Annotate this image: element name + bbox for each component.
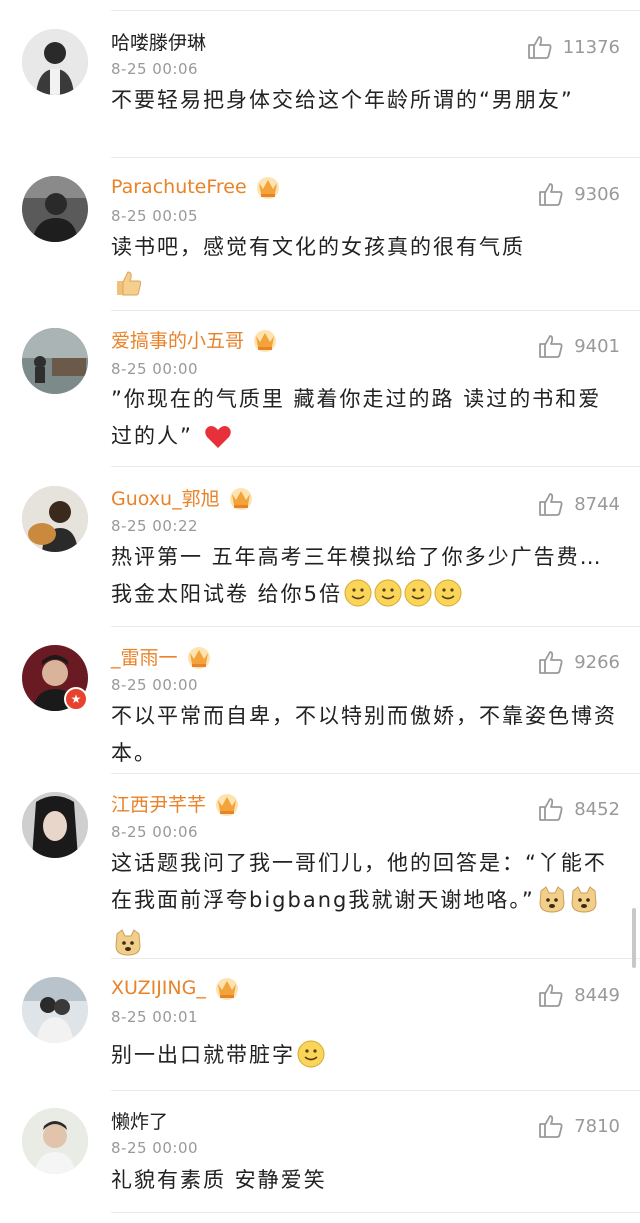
scrollbar[interactable] — [632, 908, 636, 968]
comment-time: 8-25 00:06 — [111, 823, 199, 841]
divider — [111, 10, 640, 11]
thumbs-up-icon — [527, 36, 552, 59]
smile-emoji-icon — [404, 579, 432, 619]
crown-icon — [212, 975, 242, 1001]
thumbs-up-icon — [539, 984, 563, 1007]
avatar[interactable] — [22, 486, 88, 552]
star-badge-icon: ★ — [64, 687, 88, 711]
comment-time: 8-25 00:00 — [111, 676, 199, 694]
user-name[interactable]: XUZIJING_ — [111, 975, 242, 1001]
user-name[interactable]: 爱搞事的小五哥 — [111, 326, 280, 353]
heart-emoji-icon — [204, 424, 232, 461]
like-button[interactable]: 8452 — [538, 794, 620, 824]
divider — [111, 310, 640, 311]
comment-text: 不以平常而自卑，不以特别而傲娇，不靠姿色博资本。 — [111, 704, 617, 765]
comment-text: ”你现在的气质里 藏着你走过的路 读过的书和爱过的人” — [111, 381, 619, 461]
crown-icon — [212, 791, 242, 817]
smile-emoji-icon — [434, 579, 462, 619]
like-button[interactable]: 8744 — [538, 489, 620, 519]
user-name[interactable]: ParachuteFree — [111, 174, 283, 200]
comment-time: 8-25 00:01 — [111, 1008, 199, 1026]
thumbs-up-icon — [539, 798, 563, 821]
comment-time: 8-25 00:00 — [111, 1139, 199, 1157]
divider — [111, 466, 640, 467]
divider — [111, 626, 640, 627]
avatar[interactable] — [22, 29, 88, 95]
crown-icon — [253, 174, 283, 200]
comment-text: 读书吧，感觉有文化的女孩真的很有气质 — [111, 229, 619, 309]
thumbs-up-icon — [539, 1115, 563, 1138]
avatar[interactable] — [22, 1108, 88, 1174]
comment-text: 不要轻易把身体交给这个年龄所谓的“男朋友” — [111, 88, 574, 112]
like-count: 8452 — [574, 798, 620, 820]
thumbs-up-icon — [539, 493, 563, 516]
thumbs-up-icon — [539, 335, 563, 358]
like-count: 11376 — [562, 36, 620, 58]
like-count: 9401 — [574, 335, 620, 357]
comment-text: 别一出口就带脏字 — [111, 1037, 619, 1080]
comment-text: 礼貌有素质 安静爱笑 — [111, 1168, 327, 1192]
divider — [111, 1090, 640, 1091]
doge-emoji-icon — [537, 885, 567, 925]
user-name[interactable]: 哈喽滕伊琳 — [111, 28, 206, 55]
smile-emoji-icon — [297, 1040, 325, 1080]
comment-time: 8-25 00:22 — [111, 517, 199, 535]
divider — [111, 157, 640, 158]
like-button[interactable]: 9306 — [538, 179, 620, 209]
comment-time: 8-25 00:06 — [111, 60, 199, 78]
like-count: 8744 — [574, 493, 620, 515]
avatar[interactable] — [22, 328, 88, 394]
comment-time: 8-25 00:05 — [111, 207, 199, 225]
user-name[interactable]: 懒炸了 — [111, 1107, 168, 1134]
avatar[interactable] — [22, 176, 88, 242]
like-count: 9306 — [574, 183, 620, 205]
doge-emoji-icon — [113, 928, 143, 968]
smile-emoji-icon — [374, 579, 402, 619]
like-count: 7810 — [574, 1115, 620, 1137]
comment-text: 热评第一 五年高考三年模拟给了你多少广告费…我金太阳试卷 给你5倍 — [111, 539, 619, 619]
crown-icon — [226, 485, 256, 511]
like-button[interactable]: 11376 — [527, 32, 620, 62]
like-button[interactable]: 7810 — [538, 1111, 620, 1141]
thumbs-up-icon — [539, 651, 563, 674]
user-name[interactable]: _雷雨一 — [111, 643, 214, 670]
divider — [111, 1212, 640, 1213]
like-button[interactable]: 9401 — [538, 331, 620, 361]
thumbs-up-emoji-icon — [113, 269, 143, 309]
like-count: 9266 — [574, 651, 620, 673]
like-button[interactable]: 9266 — [538, 647, 620, 677]
divider — [111, 958, 640, 959]
like-button[interactable]: 8449 — [538, 980, 620, 1010]
avatar[interactable] — [22, 792, 88, 858]
avatar[interactable] — [22, 977, 88, 1043]
smile-emoji-icon — [344, 579, 372, 619]
user-name[interactable]: Guoxu_郭旭 — [111, 484, 256, 511]
thumbs-up-icon — [539, 183, 563, 206]
crown-icon — [184, 644, 214, 670]
comment-time: 8-25 00:00 — [111, 360, 199, 378]
comment-text: 这话题我问了我一哥们儿，他的回答是：“丫能不在我面前浮夸bigbang我就谢天谢… — [111, 845, 619, 968]
doge-emoji-icon — [569, 885, 599, 925]
divider — [111, 773, 640, 774]
user-name[interactable]: 江西尹芊芊 — [111, 790, 242, 817]
crown-icon — [250, 327, 280, 353]
like-count: 8449 — [574, 984, 620, 1006]
